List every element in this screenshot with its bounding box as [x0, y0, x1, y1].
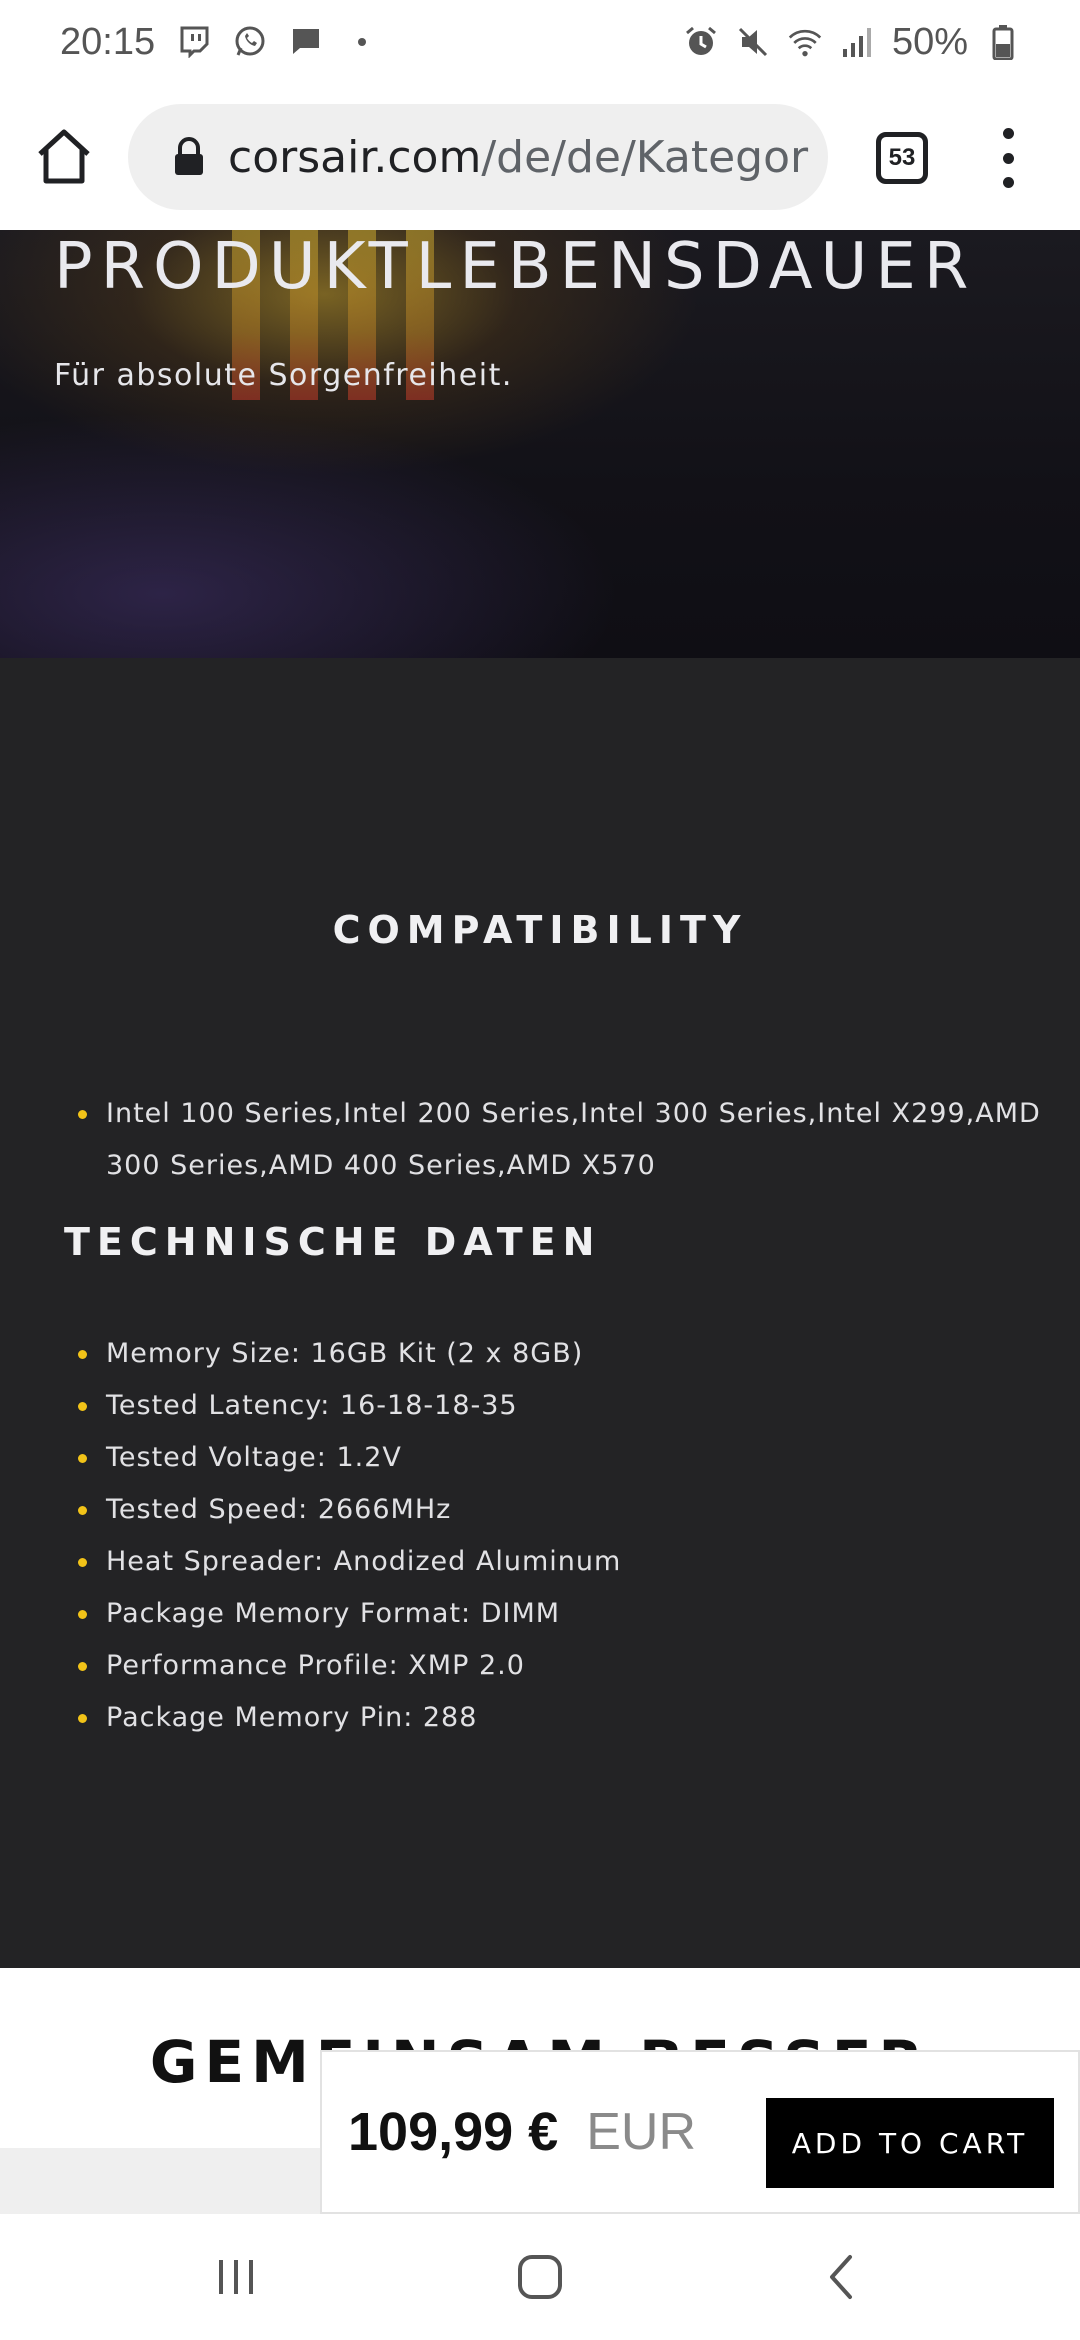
list-item: Tested Voltage: 1.2V: [54, 1432, 1054, 1484]
compatibility-list: Intel 100 Series,Intel 200 Series,Intel …: [54, 1088, 1064, 1192]
status-time: 20:15: [60, 20, 156, 63]
compatibility-title: COMPATIBILITY: [332, 908, 748, 952]
price-currency: EUR: [586, 2103, 696, 2161]
system-nav-bar: [0, 2214, 1080, 2340]
mute-icon: [736, 25, 770, 59]
hero-title: PRODUKTLEBENSDAUER: [54, 230, 977, 304]
lock-icon: [172, 137, 206, 177]
message-icon: [289, 25, 323, 59]
list-item: Tested Speed: 2666MHz: [54, 1484, 1054, 1536]
battery-icon: [986, 25, 1020, 60]
back-icon[interactable]: [812, 2252, 872, 2302]
list-item: Intel 100 Series,Intel 200 Series,Intel …: [54, 1088, 1064, 1192]
home-icon[interactable]: [32, 124, 96, 188]
list-item: Performance Profile: XMP 2.0: [54, 1640, 1054, 1692]
dot-icon: [345, 25, 379, 59]
list-item: Tested Latency: 16-18-18-35: [54, 1380, 1054, 1432]
alarm-icon: [684, 25, 718, 59]
list-item: Package Memory Pin: 288: [54, 1692, 1054, 1744]
hero-subtitle: Für absolute Sorgenfreiheit.: [54, 358, 513, 393]
specs-section: COMPATIBILITY Intel 100 Series,Intel 200…: [0, 658, 1080, 1968]
home-nav-icon[interactable]: [510, 2252, 570, 2302]
tech-specs-title: TECHNISCHE DATEN: [64, 1220, 602, 1264]
product-price: 109,99 €: [348, 2102, 559, 2162]
add-to-cart-button[interactable]: ADD TO CART: [766, 2098, 1054, 2188]
list-item: Memory Size: 16GB Kit (2 x 8GB): [54, 1328, 1054, 1380]
tab-switcher-button[interactable]: 53: [876, 132, 928, 184]
browser-toolbar: corsair.com/de/de/Kategor 53: [0, 84, 1080, 230]
battery-percent: 50%: [891, 20, 968, 63]
url-bar[interactable]: corsair.com/de/de/Kategor: [128, 104, 828, 210]
list-item: Package Memory Format: DIMM: [54, 1588, 1054, 1640]
wifi-icon: [788, 25, 822, 59]
sticky-cart-bar: 109,99 € EUR ADD TO CART: [320, 2050, 1080, 2214]
url-text: corsair.com/de/de/Kategor: [228, 132, 808, 183]
tech-specs-list: Memory Size: 16GB Kit (2 x 8GB) Tested L…: [54, 1328, 1054, 1744]
twitch-icon: [177, 25, 211, 59]
recent-apps-icon[interactable]: [206, 2252, 266, 2302]
list-item: Heat Spreader: Anodized Aluminum: [54, 1536, 1054, 1588]
url-domain: corsair.com: [228, 131, 482, 183]
url-path: /de/de/Kategor: [481, 131, 809, 183]
status-bar: 20:15 50%: [0, 0, 1080, 84]
whatsapp-icon: [233, 25, 267, 59]
hero-banner: PRODUKTLEBENSDAUER Für absolute Sorgenfr…: [0, 230, 1080, 658]
tab-count: 53: [888, 144, 916, 171]
signal-icon: [840, 25, 874, 59]
more-menu-icon[interactable]: [990, 128, 1026, 188]
